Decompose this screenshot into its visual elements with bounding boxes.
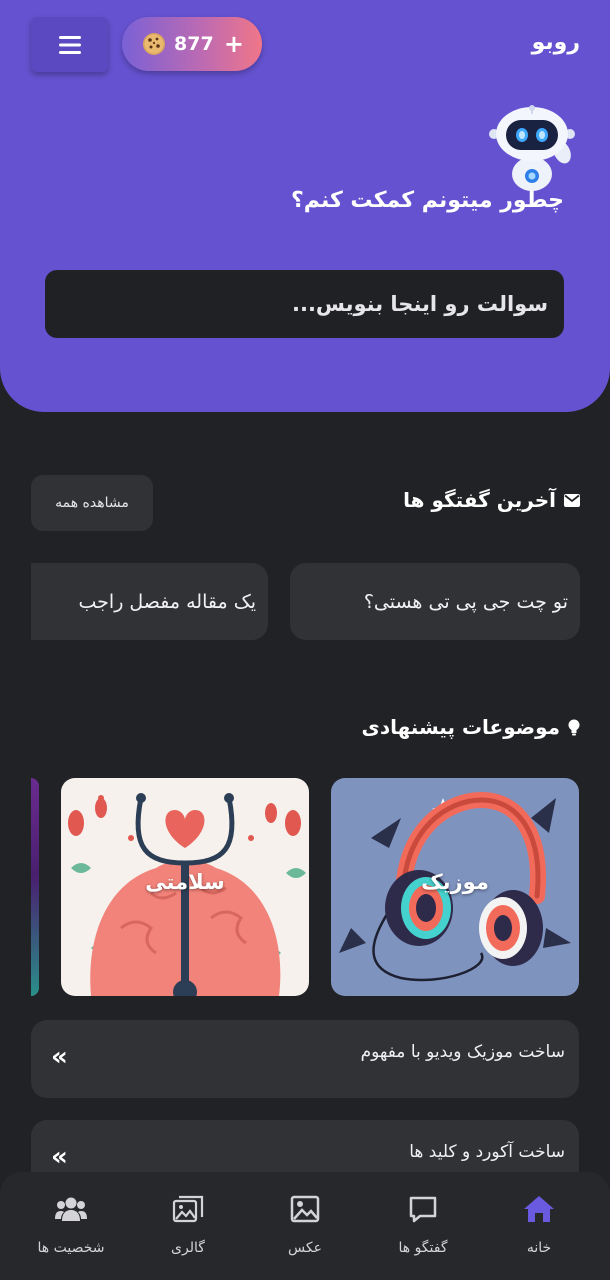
topic-card-health[interactable]: سلامتی [61,778,309,996]
bottom-navigation: خانه گفتگو ها عکس گالری شخصیت ها [0,1172,610,1280]
question-input[interactable]: سوالت رو اینجا بنویس... [45,270,564,338]
question-input-placeholder: سوالت رو اینجا بنویس... [291,292,548,316]
menu-button[interactable] [31,17,108,72]
nav-label: عکس [288,1240,322,1256]
add-coins-icon: + [223,30,244,58]
lightbulb-icon [568,719,580,735]
nav-item-gallery[interactable]: گالری [133,1192,243,1256]
nav-label: گفتگو ها [398,1240,448,1256]
double-chevron-icon: « [51,1142,68,1172]
recent-chat-label: تو چت جی پی تی هستی؟ [363,590,568,613]
prompt-suggestion-row[interactable]: ساخت موزیک ویدیو با مفهوم « [31,1020,579,1098]
header-panel: 877 + روبو چطور میتونم کمکت کنم؟ سوالت ر… [0,0,610,412]
nav-item-chats[interactable]: گفتگو ها [368,1192,478,1256]
recent-chats-title-text: آخرین گفتگو ها [403,488,556,512]
app-brand: روبو [531,30,580,55]
prompt-suggestion-text: ساخت آکورد و کلید ها [409,1142,565,1162]
recent-chat-item[interactable]: یک مقاله مفصل راجب [31,563,268,640]
nav-item-home[interactable]: خانه [484,1192,594,1256]
gallery-icon [172,1195,204,1223]
nav-label: گالری [171,1240,205,1256]
cookie-icon [143,33,165,55]
robot-mascot-icon [489,105,575,191]
suggested-topics-title: موضوعات پیشنهادی [361,715,580,739]
recent-chat-item[interactable]: تو چت جی پی تی هستی؟ [290,563,580,640]
topic-card-label: موزیک [421,870,489,894]
coin-balance-button[interactable]: 877 + [122,17,262,71]
double-chevron-icon: « [51,1042,68,1072]
nav-item-photo[interactable]: عکس [250,1192,360,1256]
topic-card-music[interactable]: موزیک [331,778,579,996]
chat-icon [409,1196,437,1223]
suggested-topics-title-text: موضوعات پیشنهادی [361,715,560,739]
users-icon [55,1197,87,1221]
topic-card-partial[interactable] [31,778,39,996]
recent-chats-title: آخرین گفتگو ها [403,488,580,512]
coin-count: 877 [174,33,214,55]
see-all-button[interactable]: مشاهده همه [31,475,153,531]
nav-label: شخصیت ها [37,1240,105,1256]
nav-label: خانه [526,1240,552,1256]
recent-chat-label: یک مقاله مفصل راجب [78,590,256,613]
nav-item-characters[interactable]: شخصیت ها [16,1192,126,1256]
recent-chats-list: تو چت جی پی تی هستی؟ یک مقاله مفصل راجب [0,563,610,641]
home-icon [524,1196,554,1222]
envelope-icon [564,493,580,507]
image-icon [290,1195,320,1223]
hamburger-icon [58,35,81,54]
help-prompt-title: چطور میتونم کمکت کنم؟ [290,188,564,213]
prompt-suggestion-text: ساخت موزیک ویدیو با مفهوم [360,1042,565,1062]
topic-card-label: سلامتی [145,870,225,894]
